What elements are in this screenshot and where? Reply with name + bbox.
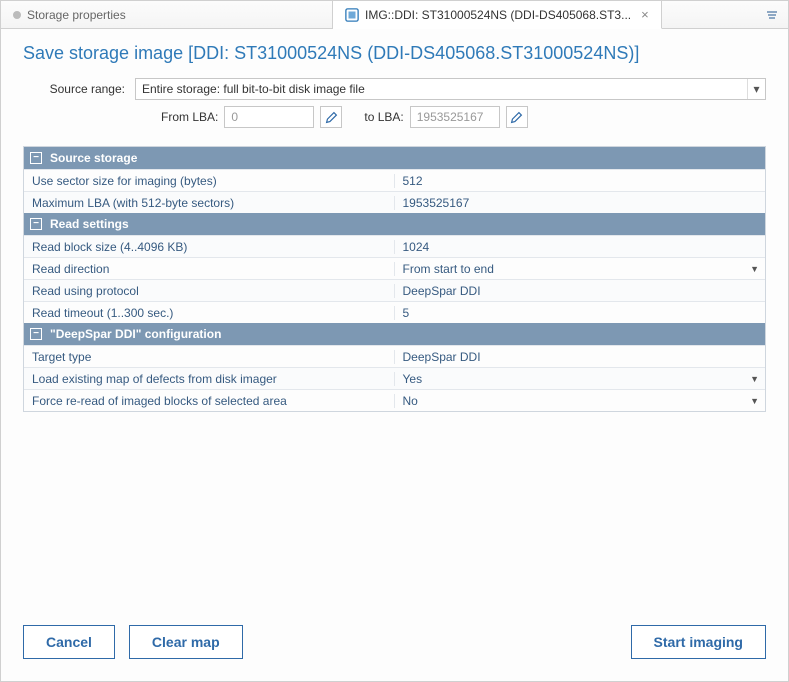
- source-range-select[interactable]: Entire storage: full bit-to-bit disk ima…: [135, 78, 766, 100]
- page-title: Save storage image [DDI: ST31000524NS (D…: [23, 43, 766, 64]
- row-read-protocol[interactable]: Read using protocolDeepSpar DDI: [24, 279, 765, 301]
- collapse-icon[interactable]: −: [30, 328, 42, 340]
- settings-grid: − Source storage Use sector size for ima…: [23, 146, 766, 412]
- start-imaging-button[interactable]: Start imaging: [631, 625, 766, 659]
- row-max-lba[interactable]: Maximum LBA (with 512-byte sectors)19535…: [24, 191, 765, 213]
- tab-label: Storage properties: [27, 8, 126, 22]
- chevron-down-icon: ▼: [750, 264, 759, 274]
- edit-to-lba-button[interactable]: [506, 106, 528, 128]
- edit-from-lba-button[interactable]: [320, 106, 342, 128]
- from-lba-label: From LBA:: [161, 110, 218, 124]
- chevron-down-icon: ▼: [750, 374, 759, 384]
- chevron-down-icon: ▾: [747, 79, 765, 99]
- source-range-label: Source range:: [23, 82, 135, 96]
- row-sector-size[interactable]: Use sector size for imaging (bytes)512: [24, 169, 765, 191]
- cancel-button[interactable]: Cancel: [23, 625, 115, 659]
- section-read-settings: − Read settings: [24, 213, 765, 235]
- to-lba-label: to LBA:: [364, 110, 403, 124]
- from-lba-input[interactable]: [224, 106, 314, 128]
- row-target-type[interactable]: Target typeDeepSpar DDI: [24, 345, 765, 367]
- source-range-value: Entire storage: full bit-to-bit disk ima…: [142, 82, 365, 96]
- close-icon[interactable]: ×: [641, 7, 649, 22]
- disk-image-icon: [345, 8, 359, 22]
- lba-row: From LBA: to LBA:: [23, 106, 766, 128]
- tab-storage-properties[interactable]: Storage properties: [1, 1, 333, 28]
- collapse-icon[interactable]: −: [30, 152, 42, 164]
- main-content: Save storage image [DDI: ST31000524NS (D…: [1, 29, 788, 412]
- row-block-size[interactable]: Read block size (4..4096 KB)1024: [24, 235, 765, 257]
- to-lba-input[interactable]: [410, 106, 500, 128]
- pencil-icon: [325, 111, 338, 124]
- row-load-map[interactable]: Load existing map of defects from disk i…: [24, 367, 765, 389]
- section-title: "DeepSpar DDI" configuration: [50, 327, 221, 341]
- tab-menu-icon[interactable]: [756, 1, 788, 28]
- pencil-icon: [510, 111, 523, 124]
- tab-bar: Storage properties IMG::DDI: ST31000524N…: [1, 1, 788, 29]
- section-title: Read settings: [50, 217, 129, 231]
- section-source-storage: − Source storage: [24, 147, 765, 169]
- tab-label: IMG::DDI: ST31000524NS (DDI-DS405068.ST3…: [365, 8, 631, 22]
- row-read-direction[interactable]: Read directionFrom start to end▼: [24, 257, 765, 279]
- section-title: Source storage: [50, 151, 137, 165]
- footer-buttons: Cancel Clear map Start imaging: [1, 607, 788, 681]
- section-ddi-config: − "DeepSpar DDI" configuration: [24, 323, 765, 345]
- collapse-icon[interactable]: −: [30, 218, 42, 230]
- chevron-down-icon: ▼: [750, 396, 759, 406]
- clear-map-button[interactable]: Clear map: [129, 625, 243, 659]
- row-read-timeout[interactable]: Read timeout (1..300 sec.)5: [24, 301, 765, 323]
- tab-image-active[interactable]: IMG::DDI: ST31000524NS (DDI-DS405068.ST3…: [333, 1, 662, 29]
- tab-status-icon: [13, 11, 21, 19]
- source-range-row: Source range: Entire storage: full bit-t…: [23, 78, 766, 100]
- row-force-reread[interactable]: Force re-read of imaged blocks of select…: [24, 389, 765, 411]
